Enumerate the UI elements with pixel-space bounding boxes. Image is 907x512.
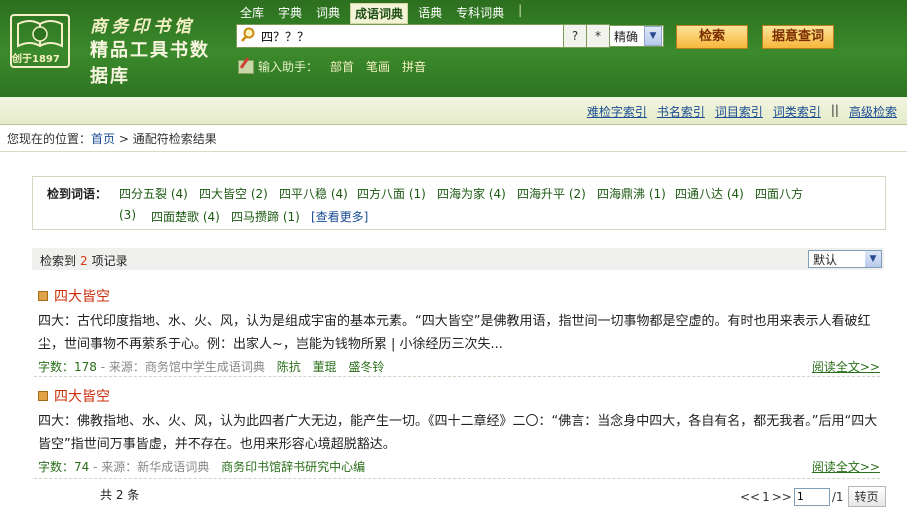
current-page: 1 xyxy=(762,489,770,504)
page-total: /1 xyxy=(831,489,844,504)
helper-stroke-link[interactable]: 笔画 xyxy=(366,58,390,75)
search-row: ? * 精确 ▼ xyxy=(236,24,664,48)
result-count: 检索到 2 项记录 xyxy=(40,254,128,268)
results-header: 检索到 2 项记录 默认 ▼ xyxy=(32,248,884,270)
breadcrumb-current: 通配符检索结果 xyxy=(132,132,217,146)
index-links: 难检字索引 书名索引 词目索引 词类索引 || 高级检索 xyxy=(577,103,897,120)
view-more-link[interactable]: [查看更多] xyxy=(311,208,368,225)
read-full-text-link[interactable]: 阅读全文>> xyxy=(812,358,880,375)
tab-separator: | xyxy=(518,3,523,17)
sort-select-value: 默认 xyxy=(813,252,838,267)
result-source-link[interactable]: 新华成语词典 xyxy=(137,460,209,474)
go-page-button[interactable]: 转页 xyxy=(847,486,886,507)
tab-cidian[interactable]: 词典 xyxy=(312,3,344,24)
result-item: 四大皆空 四大：佛教指地、水、火、风，认为此四者广大无边，能产生一切。《四十二章… xyxy=(38,386,880,475)
wildcard-question-button[interactable]: ? xyxy=(564,24,587,48)
total-count: 共 2 条 xyxy=(100,488,140,502)
logo-product: 精品工具书数据库 xyxy=(90,40,210,87)
sort-select[interactable]: 默认 ▼ xyxy=(808,250,882,268)
pager: << 1 >> /1 转页 xyxy=(740,486,886,507)
related-word[interactable]: 四平八稳 (4) xyxy=(279,185,348,202)
input-helper: 输入助手： 部首 笔画 拼音 xyxy=(238,58,426,75)
helper-radical-link[interactable]: 部首 xyxy=(330,58,354,75)
result-item: 四大皆空 四大：古代印度指地、水、火、风，认为是组成宇宙的基本元素。“四大皆空”… xyxy=(38,286,880,375)
input-helper-label: 输入助手： xyxy=(258,60,319,74)
logo-established: 创于1897 xyxy=(12,54,60,65)
related-word[interactable]: 四面楚歌 (4) xyxy=(151,208,220,225)
read-full-text-link[interactable]: 阅读全文>> xyxy=(812,458,880,475)
index-link-rare-chars[interactable]: 难检字索引 xyxy=(587,103,647,120)
result-meta: 字数：178 - 来源：商务馆中学生成语词典 陈抗 董琨 盛冬铃 阅读全文>> xyxy=(38,358,880,375)
page-input[interactable] xyxy=(793,487,830,506)
related-word[interactable]: 四通八达 (4) xyxy=(675,185,744,202)
index-link-entries[interactable]: 词目索引 xyxy=(715,103,763,120)
result-snippet: 四大：佛教指地、水、火、风，认为此四者广大无边，能产生一切。《四十二章经》二〇：… xyxy=(38,414,878,452)
author-link[interactable]: 商务印书馆辞书研究中心编 xyxy=(221,460,365,474)
result-title-link[interactable]: 四大皆空 xyxy=(54,386,110,406)
helper-pinyin-link[interactable]: 拼音 xyxy=(402,58,426,75)
index-bar: 难检字索引 书名索引 词目索引 词类索引 || 高级检索 xyxy=(0,97,907,125)
search-box xyxy=(236,24,564,48)
related-word[interactable]: 四面八方 xyxy=(755,185,803,202)
related-word[interactable]: 四方八面 (1) xyxy=(357,185,426,202)
breadcrumb-home-link[interactable]: 首页 xyxy=(91,132,115,146)
result-snippet: 四大：古代印度指地、水、火、风，认为是组成宇宙的基本元素。“四大皆空”是佛教用语… xyxy=(38,314,871,352)
author-link[interactable]: 盛冬铃 xyxy=(348,360,384,374)
related-word[interactable]: 四海升平 (2) xyxy=(517,185,586,202)
semantic-search-button[interactable]: 据意查词 xyxy=(762,25,834,49)
index-separator: || xyxy=(830,103,839,117)
related-words-title: 检到词语： xyxy=(47,187,108,201)
chevron-down-icon: ▼ xyxy=(865,251,881,267)
result-title-link[interactable]: 四大皆空 xyxy=(54,286,110,306)
tab-zidian[interactable]: 字典 xyxy=(274,3,306,24)
related-word-count[interactable]: (3) xyxy=(119,208,136,222)
pencil-icon xyxy=(238,59,254,74)
match-mode-value: 精确 xyxy=(614,29,639,44)
breadcrumb: 您现在的位置：首页 > 通配符检索结果 xyxy=(7,130,217,147)
match-mode-select[interactable]: 精确 ▼ xyxy=(610,25,664,47)
breadcrumb-prefix: 您现在的位置： xyxy=(7,132,92,146)
chevron-down-icon: ▼ xyxy=(644,26,662,46)
related-word[interactable]: 四马攒蹄 (1) xyxy=(231,208,300,225)
divider xyxy=(34,478,880,479)
divider xyxy=(0,151,907,152)
tab-yudian[interactable]: 语典 xyxy=(414,3,446,24)
wildcard-star-button[interactable]: * xyxy=(587,24,610,48)
result-count-number: 2 xyxy=(80,254,88,268)
divider xyxy=(34,376,880,377)
header: 创于1897 商务印书馆 精品工具书数据库 全库 字典 词典 成语词典 语典 专… xyxy=(0,0,907,97)
tab-zhuanke[interactable]: 专科词典 xyxy=(452,3,508,24)
search-button[interactable]: 检索 xyxy=(676,25,748,49)
index-link-book-titles[interactable]: 书名索引 xyxy=(657,103,705,120)
related-word[interactable]: 四分五裂 (4) xyxy=(119,185,188,202)
search-icon xyxy=(241,27,255,42)
open-book-icon xyxy=(17,20,63,48)
breadcrumb-arrow: > xyxy=(118,132,129,146)
prev-page-button[interactable]: << xyxy=(740,490,760,504)
database-tabs: 全库 字典 词典 成语词典 语典 专科词典 | xyxy=(236,3,522,24)
related-word[interactable]: 四海鼎沸 (1) xyxy=(597,185,666,202)
bullet-icon xyxy=(38,291,48,301)
bullet-icon xyxy=(38,391,48,401)
search-input[interactable] xyxy=(259,27,553,45)
result-source-link[interactable]: 商务馆中学生成语词典 xyxy=(145,360,265,374)
tab-chengyu[interactable]: 成语词典 xyxy=(350,3,409,24)
related-word[interactable]: 四大皆空 (2) xyxy=(199,185,268,202)
advanced-search-link[interactable]: 高级检索 xyxy=(849,103,897,120)
author-link[interactable]: 董琨 xyxy=(313,360,337,374)
next-page-button[interactable]: >> xyxy=(772,490,792,504)
logo-publisher: 商务印书馆 xyxy=(90,17,195,37)
related-word[interactable]: 四海为家 (4) xyxy=(437,185,506,202)
logo[interactable]: 创于1897 商务印书馆 精品工具书数据库 xyxy=(6,12,226,87)
related-words-box: 检到词语： 四分五裂 (4) 四大皆空 (2) 四平八稳 (4) 四方八面 (1… xyxy=(32,176,886,230)
result-meta: 字数：74 - 来源：新华成语词典 商务印书馆辞书研究中心编 阅读全文>> xyxy=(38,458,880,475)
index-link-categories[interactable]: 词类索引 xyxy=(773,103,821,120)
tab-all[interactable]: 全库 xyxy=(236,3,268,24)
author-link[interactable]: 陈抗 xyxy=(277,360,301,374)
